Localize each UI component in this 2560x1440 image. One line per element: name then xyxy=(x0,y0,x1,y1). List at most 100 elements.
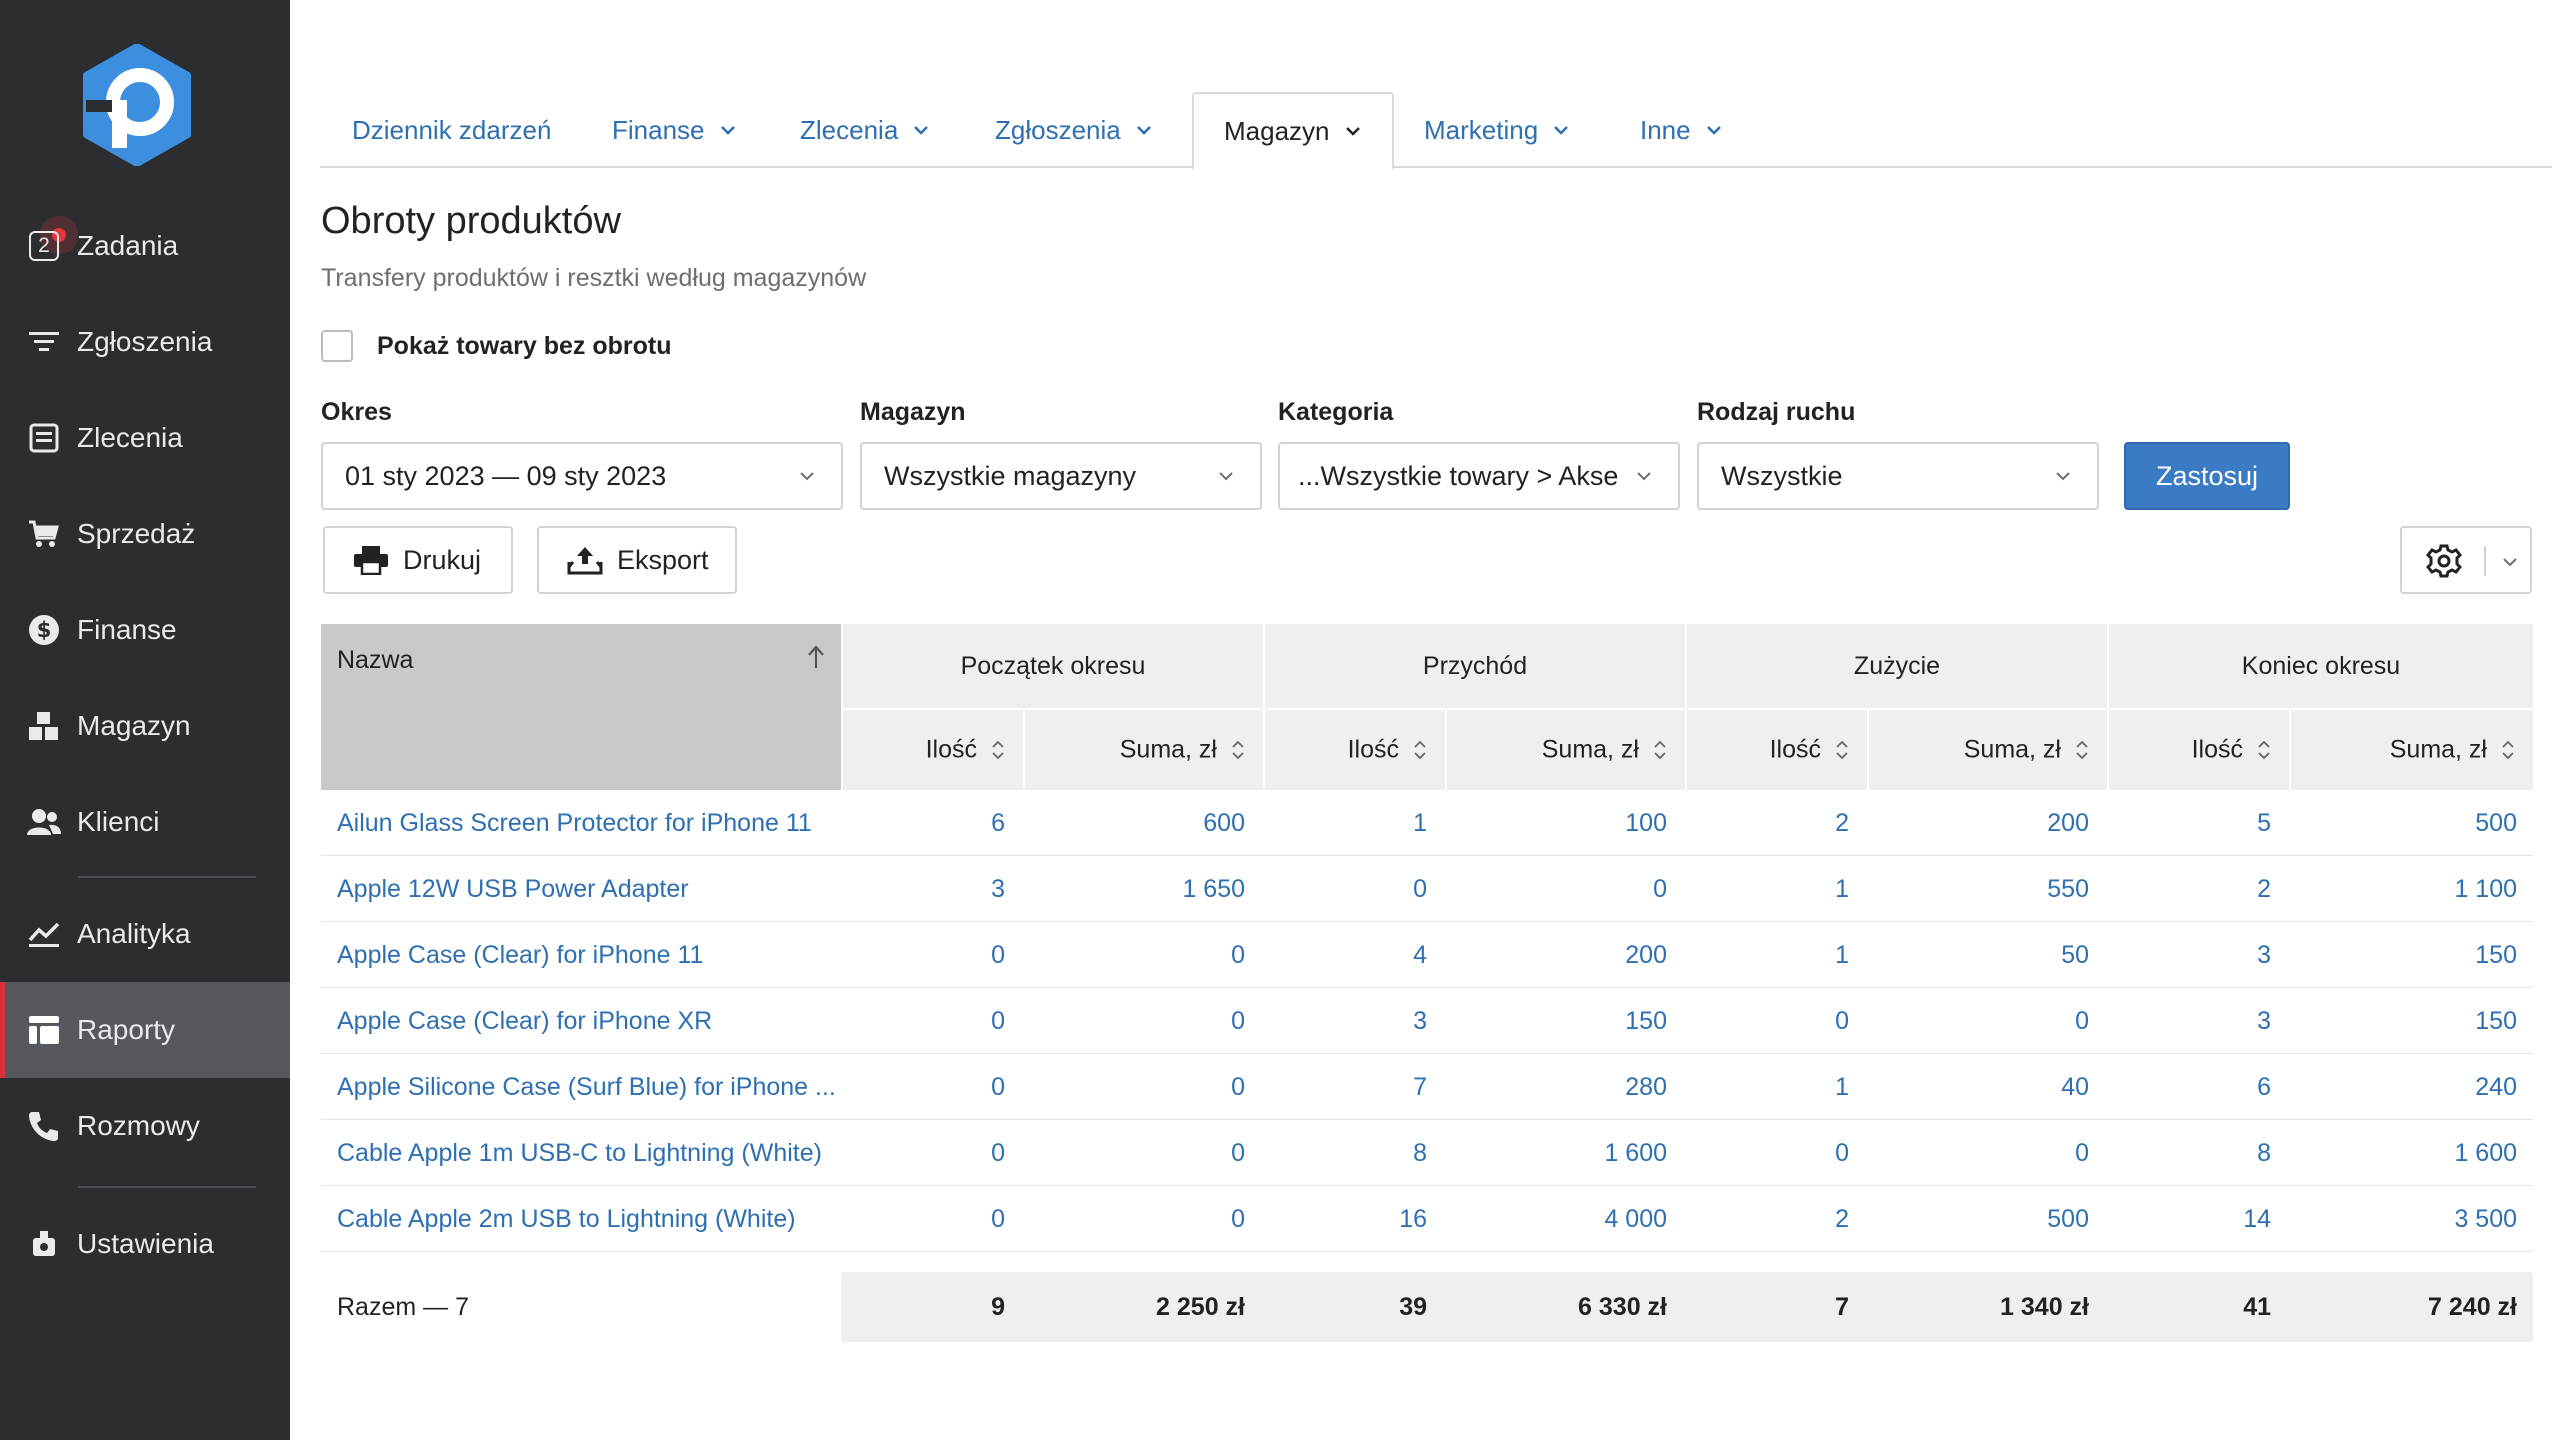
sidebar-item-zadania[interactable]: 2 Zadania xyxy=(0,198,290,294)
qty-cell-link[interactable]: 4 xyxy=(1263,922,1427,988)
sidebar-item-raporty[interactable]: Raporty xyxy=(0,982,290,1078)
qty-cell-link[interactable]: 0 xyxy=(841,922,1005,988)
sidebar-item-magazyn[interactable]: Magazyn xyxy=(0,678,290,774)
product-name-link[interactable]: Apple Case (Clear) for iPhone 11 xyxy=(337,922,837,988)
sum-cell-link[interactable]: 0 xyxy=(1023,1120,1245,1186)
sidebar-item-finanse[interactable]: $ Finanse xyxy=(0,582,290,678)
sum-cell-link[interactable]: 0 xyxy=(1867,988,2089,1054)
sum-cell-link[interactable]: 500 xyxy=(2289,790,2517,856)
movement-type-select[interactable]: Wszystkie xyxy=(1697,442,2099,510)
sum-cell-link[interactable]: 600 xyxy=(1023,790,1245,856)
sum-cell-link[interactable]: 500 xyxy=(1867,1186,2089,1252)
qty-cell-link[interactable]: 8 xyxy=(1263,1120,1427,1186)
column-header-qty[interactable]: Ilość xyxy=(1263,708,1445,790)
qty-cell-link[interactable]: 1 xyxy=(1685,856,1849,922)
sum-cell-link[interactable]: 240 xyxy=(2289,1054,2517,1120)
qty-cell-link[interactable]: 0 xyxy=(841,1054,1005,1120)
sum-cell-link[interactable]: 1 600 xyxy=(2289,1120,2517,1186)
product-name-link[interactable]: Apple 12W USB Power Adapter xyxy=(337,856,837,922)
sum-cell-link[interactable]: 200 xyxy=(1445,922,1667,988)
sum-cell-link[interactable]: 0 xyxy=(1023,1054,1245,1120)
sort-ascending-icon[interactable] xyxy=(805,644,827,670)
qty-cell-link[interactable]: 3 xyxy=(1263,988,1427,1054)
qty-cell-link[interactable]: 1 xyxy=(1263,790,1427,856)
qty-cell-link[interactable]: 2 xyxy=(2107,856,2271,922)
product-name-link[interactable]: Apple Case (Clear) for iPhone XR xyxy=(337,988,837,1054)
sum-cell-link[interactable]: 550 xyxy=(1867,856,2089,922)
qty-cell-link[interactable]: 2 xyxy=(1685,790,1849,856)
export-button[interactable]: Eksport xyxy=(537,526,737,594)
qty-cell-link[interactable]: 0 xyxy=(1685,1120,1849,1186)
qty-cell-link[interactable]: 16 xyxy=(1263,1186,1427,1252)
product-name-link[interactable]: Apple Silicone Case (Surf Blue) for iPho… xyxy=(337,1054,837,1120)
column-header-sum[interactable]: Suma, zł xyxy=(2289,708,2533,790)
tab-marketing[interactable]: Marketing xyxy=(1424,92,1570,168)
qty-cell-link[interactable]: 14 xyxy=(2107,1186,2271,1252)
qty-cell-link[interactable]: 0 xyxy=(1685,988,1849,1054)
sidebar-item-analityka[interactable]: Analityka xyxy=(0,886,290,982)
tab-dziennik-zdarzen[interactable]: Dziennik zdarzeń xyxy=(352,92,551,168)
sidebar-item-rozmowy[interactable]: Rozmowy xyxy=(0,1078,290,1174)
sum-cell-link[interactable]: 1 600 xyxy=(1445,1120,1667,1186)
table-settings-button[interactable] xyxy=(2400,526,2532,594)
sidebar-item-klienci[interactable]: Klienci xyxy=(0,774,290,870)
qty-cell-link[interactable]: 3 xyxy=(2107,922,2271,988)
product-name-link[interactable]: Cable Apple 1m USB-C to Lightning (White… xyxy=(337,1120,837,1186)
qty-cell-link[interactable]: 6 xyxy=(841,790,1005,856)
sum-cell-link[interactable]: 0 xyxy=(1023,922,1245,988)
category-select[interactable]: ...Wszystkie towary > Akse xyxy=(1278,442,1680,510)
qty-cell-link[interactable]: 0 xyxy=(841,988,1005,1054)
print-button[interactable]: Drukuj xyxy=(323,526,513,594)
sum-cell-link[interactable]: 200 xyxy=(1867,790,2089,856)
tab-finanse[interactable]: Finanse xyxy=(612,92,737,168)
qty-cell-link[interactable]: 8 xyxy=(2107,1120,2271,1186)
sum-cell-link[interactable]: 150 xyxy=(2289,922,2517,988)
sum-cell-link[interactable]: 3 500 xyxy=(2289,1186,2517,1252)
sum-cell-link[interactable]: 50 xyxy=(1867,922,2089,988)
column-header-sum[interactable]: Suma, zł xyxy=(1023,708,1263,790)
qty-cell-link[interactable]: 3 xyxy=(841,856,1005,922)
sum-cell-link[interactable]: 100 xyxy=(1445,790,1667,856)
tab-zlecenia[interactable]: Zlecenia xyxy=(800,92,930,168)
column-header-sum[interactable]: Suma, zł xyxy=(1445,708,1685,790)
app-logo[interactable] xyxy=(82,44,192,166)
column-header-qty[interactable]: Ilość xyxy=(2107,708,2289,790)
qty-cell-link[interactable]: 2 xyxy=(1685,1186,1849,1252)
sidebar-item-sprzedaz[interactable]: Sprzedaż xyxy=(0,486,290,582)
column-header-sum[interactable]: Suma, zł xyxy=(1867,708,2107,790)
period-select[interactable]: 01 sty 2023 — 09 sty 2023 xyxy=(321,442,843,510)
qty-cell-link[interactable]: 6 xyxy=(2107,1054,2271,1120)
sum-cell-link[interactable]: 1 650 xyxy=(1023,856,1245,922)
warehouse-select[interactable]: Wszystkie magazyny xyxy=(860,442,1262,510)
column-header-name[interactable]: Nazwa xyxy=(321,624,841,790)
sum-cell-link[interactable]: 280 xyxy=(1445,1054,1667,1120)
product-name-link[interactable]: Ailun Glass Screen Protector for iPhone … xyxy=(337,790,837,856)
column-header-qty[interactable]: Ilość xyxy=(1685,708,1867,790)
qty-cell-link[interactable]: 7 xyxy=(1263,1054,1427,1120)
column-header-qty[interactable]: Ilość xyxy=(841,708,1023,790)
qty-cell-link[interactable]: 0 xyxy=(841,1186,1005,1252)
qty-cell-link[interactable]: 3 xyxy=(2107,988,2271,1054)
qty-cell-link[interactable]: 0 xyxy=(841,1120,1005,1186)
sum-cell-link[interactable]: 40 xyxy=(1867,1054,2089,1120)
sum-cell-link[interactable]: 0 xyxy=(1023,988,1245,1054)
sidebar-item-ustawienia[interactable]: Ustawienia xyxy=(0,1196,290,1292)
sum-cell-link[interactable]: 150 xyxy=(2289,988,2517,1054)
qty-cell-link[interactable]: 1 xyxy=(1685,922,1849,988)
tab-zgloszenia[interactable]: Zgłoszenia xyxy=(995,92,1153,168)
sidebar-item-zlecenia[interactable]: Zlecenia xyxy=(0,390,290,486)
tab-inne[interactable]: Inne xyxy=(1640,92,1723,168)
sum-cell-link[interactable]: 0 xyxy=(1445,856,1667,922)
sum-cell-link[interactable]: 1 100 xyxy=(2289,856,2517,922)
show-no-turnover-toggle[interactable]: Pokaż towary bez obrotu xyxy=(321,330,671,362)
sum-cell-link[interactable]: 150 xyxy=(1445,988,1667,1054)
sidebar-item-zgloszenia[interactable]: Zgłoszenia xyxy=(0,294,290,390)
apply-button[interactable]: Zastosuj xyxy=(2124,442,2290,510)
qty-cell-link[interactable]: 1 xyxy=(1685,1054,1849,1120)
qty-cell-link[interactable]: 5 xyxy=(2107,790,2271,856)
sum-cell-link[interactable]: 0 xyxy=(1023,1186,1245,1252)
show-no-turnover-checkbox[interactable] xyxy=(321,330,353,362)
product-name-link[interactable]: Cable Apple 2m USB to Lightning (White) xyxy=(337,1186,837,1252)
tab-magazyn[interactable]: Magazyn xyxy=(1192,92,1394,170)
sum-cell-link[interactable]: 4 000 xyxy=(1445,1186,1667,1252)
